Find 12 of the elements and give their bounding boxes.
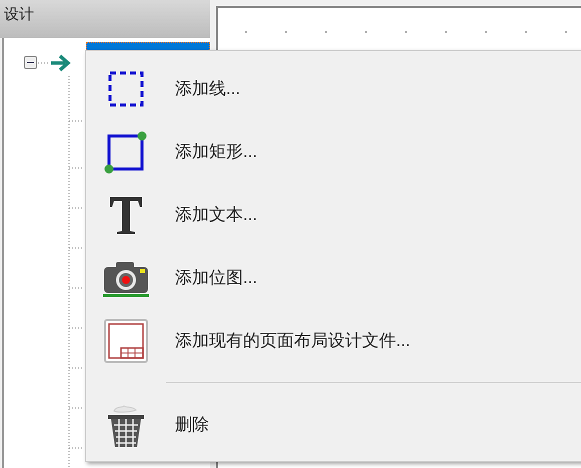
menu-item[interactable]: 删除 (86, 393, 581, 456)
menu-item[interactable]: 添加线... (86, 57, 581, 120)
page-layout-icon (103, 318, 149, 364)
dashed-square-icon (106, 68, 146, 108)
rectangle-icon (104, 130, 148, 174)
menu-item[interactable]: 添加矩形... (86, 120, 581, 183)
collapse-toggle[interactable] (24, 56, 37, 69)
menu-item[interactable]: 添加文本... (86, 183, 581, 246)
menu-item[interactable]: 添加现有的页面布局设计文件... (86, 309, 581, 372)
arrow-icon (50, 54, 72, 72)
menu-item[interactable]: 添加位图... (86, 246, 581, 309)
panel-header: 设计 (0, 0, 210, 38)
